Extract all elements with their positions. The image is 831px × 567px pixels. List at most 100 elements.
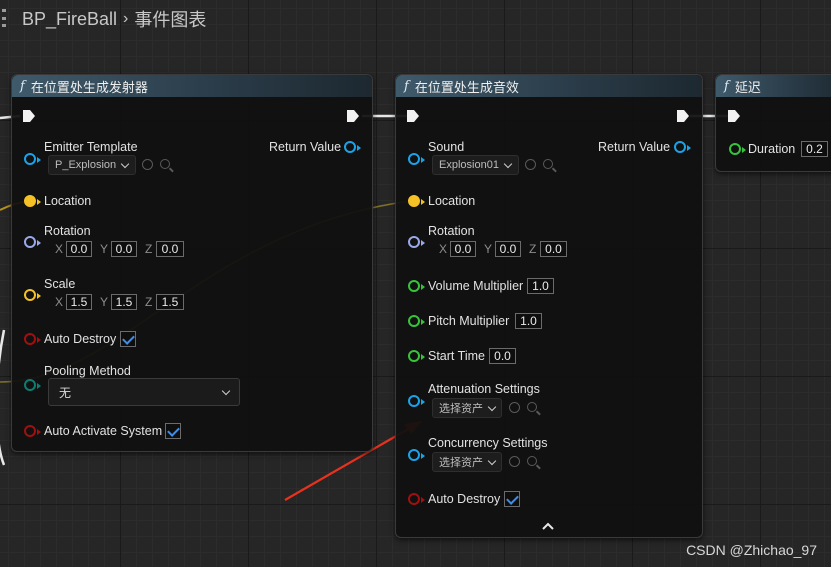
rotation-pin[interactable] — [24, 236, 36, 248]
emitter-template-combo[interactable]: P_Explosion — [48, 155, 136, 175]
volume-multiplier-field[interactable]: 1.0 — [527, 278, 554, 294]
pin-arrow-icon — [37, 293, 41, 299]
rotation-label: Rotation — [428, 224, 475, 238]
axis-y-label: Y — [100, 242, 109, 256]
start-time-pin[interactable] — [408, 350, 420, 362]
start-time-label: Start Time — [428, 349, 485, 363]
use-selected-icon[interactable] — [525, 159, 536, 170]
chevron-down-icon — [221, 386, 231, 395]
node-header[interactable]: f 在位置处生成发射器 — [12, 75, 372, 97]
pin-arrow-icon — [421, 157, 425, 163]
pin-arrow-icon — [421, 240, 425, 246]
attenuation-settings-value: 选择资产 — [439, 403, 483, 415]
pin-arrow-icon — [421, 199, 425, 205]
scale-pin[interactable] — [24, 289, 36, 301]
pin-arrow-icon — [37, 383, 41, 389]
location-pin[interactable] — [24, 195, 36, 207]
pooling-method-value: 无 — [59, 385, 72, 400]
top-bar: BP_FireBall › 事件图表 — [0, 0, 831, 34]
emitter-template-pin[interactable] — [24, 153, 36, 165]
duration-label: Duration — [748, 142, 796, 156]
axis-y-label: Y — [484, 242, 493, 256]
browse-asset-icon[interactable] — [527, 456, 537, 466]
browse-asset-icon[interactable] — [527, 402, 537, 412]
exec-in-pin[interactable] — [406, 109, 420, 123]
auto-activate-checkbox[interactable] — [165, 423, 181, 439]
node-title: 在位置处生成音效 — [414, 79, 519, 95]
auto-destroy-label: Auto Destroy — [428, 492, 501, 506]
rotation-x-field[interactable]: 0.0 — [450, 241, 476, 257]
function-icon: f — [20, 78, 25, 94]
auto-activate-pin[interactable] — [24, 425, 36, 437]
scale-label: Scale — [44, 277, 76, 291]
scale-z-field[interactable]: 1.5 — [156, 294, 184, 310]
auto-destroy-checkbox[interactable] — [504, 491, 520, 507]
pitch-multiplier-label: Pitch Multiplier — [428, 314, 510, 328]
node-header[interactable]: f 在位置处生成音效 — [396, 75, 702, 97]
pooling-method-pin[interactable] — [24, 379, 36, 391]
volume-multiplier-pin[interactable] — [408, 280, 420, 292]
chevron-down-icon — [503, 159, 513, 168]
sound-combo[interactable]: Explosion01 — [432, 155, 519, 175]
rotation-z-field[interactable]: 0.0 — [540, 241, 567, 257]
node-title: 在位置处生成发射器 — [30, 79, 148, 95]
location-pin[interactable] — [408, 195, 420, 207]
auto-destroy-checkbox[interactable] — [120, 331, 136, 347]
use-selected-icon[interactable] — [509, 456, 520, 467]
concurrency-settings-label: Concurrency Settings — [428, 436, 548, 450]
rotation-x-field[interactable]: 0.0 — [66, 241, 92, 257]
chevron-down-icon — [487, 456, 497, 465]
delay-node[interactable]: f 延迟 — [715, 74, 831, 172]
rotation-z-field[interactable]: 0.0 — [156, 241, 184, 257]
return-value-pin[interactable] — [344, 141, 356, 153]
concurrency-settings-combo[interactable]: 选择资产 — [432, 452, 502, 472]
pin-arrow-icon — [37, 157, 41, 163]
scale-x-field[interactable]: 1.5 — [66, 294, 92, 310]
concurrency-settings-value: 选择资产 — [439, 457, 483, 469]
return-value-pin[interactable] — [674, 141, 686, 153]
pin-arrow-icon — [37, 240, 41, 246]
pitch-multiplier-field[interactable]: 1.0 — [515, 313, 542, 329]
axis-y-label: Y — [100, 295, 109, 309]
volume-multiplier-label: Volume Multiplier — [428, 279, 524, 293]
browse-asset-icon[interactable] — [543, 159, 553, 169]
duration-field[interactable]: 0.2 — [801, 141, 828, 157]
use-selected-icon[interactable] — [509, 402, 520, 413]
rotation-y-field[interactable]: 0.0 — [495, 241, 521, 257]
axis-z-label: Z — [145, 242, 153, 256]
pin-arrow-icon — [37, 337, 41, 343]
exec-out-pin[interactable] — [676, 109, 690, 123]
exec-in-pin[interactable] — [727, 109, 741, 123]
sound-label: Sound — [428, 140, 465, 154]
rotation-label: Rotation — [44, 224, 91, 238]
pin-arrow-icon — [37, 429, 41, 435]
auto-destroy-pin[interactable] — [24, 333, 36, 345]
menu-dots-icon[interactable] — [2, 9, 6, 27]
concurrency-settings-pin[interactable] — [408, 449, 420, 461]
return-value-label: Return Value — [269, 140, 342, 154]
exec-out-pin[interactable] — [346, 109, 360, 123]
auto-destroy-pin[interactable] — [408, 493, 420, 505]
use-selected-icon[interactable] — [142, 159, 153, 170]
function-icon: f — [404, 78, 409, 94]
attenuation-settings-pin[interactable] — [408, 395, 420, 407]
sound-pin[interactable] — [408, 153, 420, 165]
duration-pin[interactable] — [729, 143, 741, 155]
pin-arrow-icon — [37, 199, 41, 205]
collapse-chevron-up-icon[interactable] — [541, 521, 555, 531]
scale-y-field[interactable]: 1.5 — [111, 294, 137, 310]
return-value-label: Return Value — [598, 140, 671, 154]
exec-in-pin[interactable] — [22, 109, 36, 123]
sound-value: Explosion01 — [439, 159, 499, 171]
emitter-template-value: P_Explosion — [55, 159, 117, 171]
rotation-pin[interactable] — [408, 236, 420, 248]
start-time-field[interactable]: 0.0 — [489, 348, 516, 364]
attenuation-settings-combo[interactable]: 选择资产 — [432, 398, 502, 418]
node-header[interactable]: f 延迟 — [716, 75, 831, 97]
breadcrumb-graph[interactable]: 事件图表 — [134, 6, 206, 32]
pitch-multiplier-pin[interactable] — [408, 315, 420, 327]
rotation-y-field[interactable]: 0.0 — [111, 241, 137, 257]
browse-asset-icon[interactable] — [160, 159, 170, 169]
breadcrumb-blueprint[interactable]: BP_FireBall — [22, 9, 117, 30]
pooling-method-dropdown[interactable]: 无 — [48, 378, 240, 406]
